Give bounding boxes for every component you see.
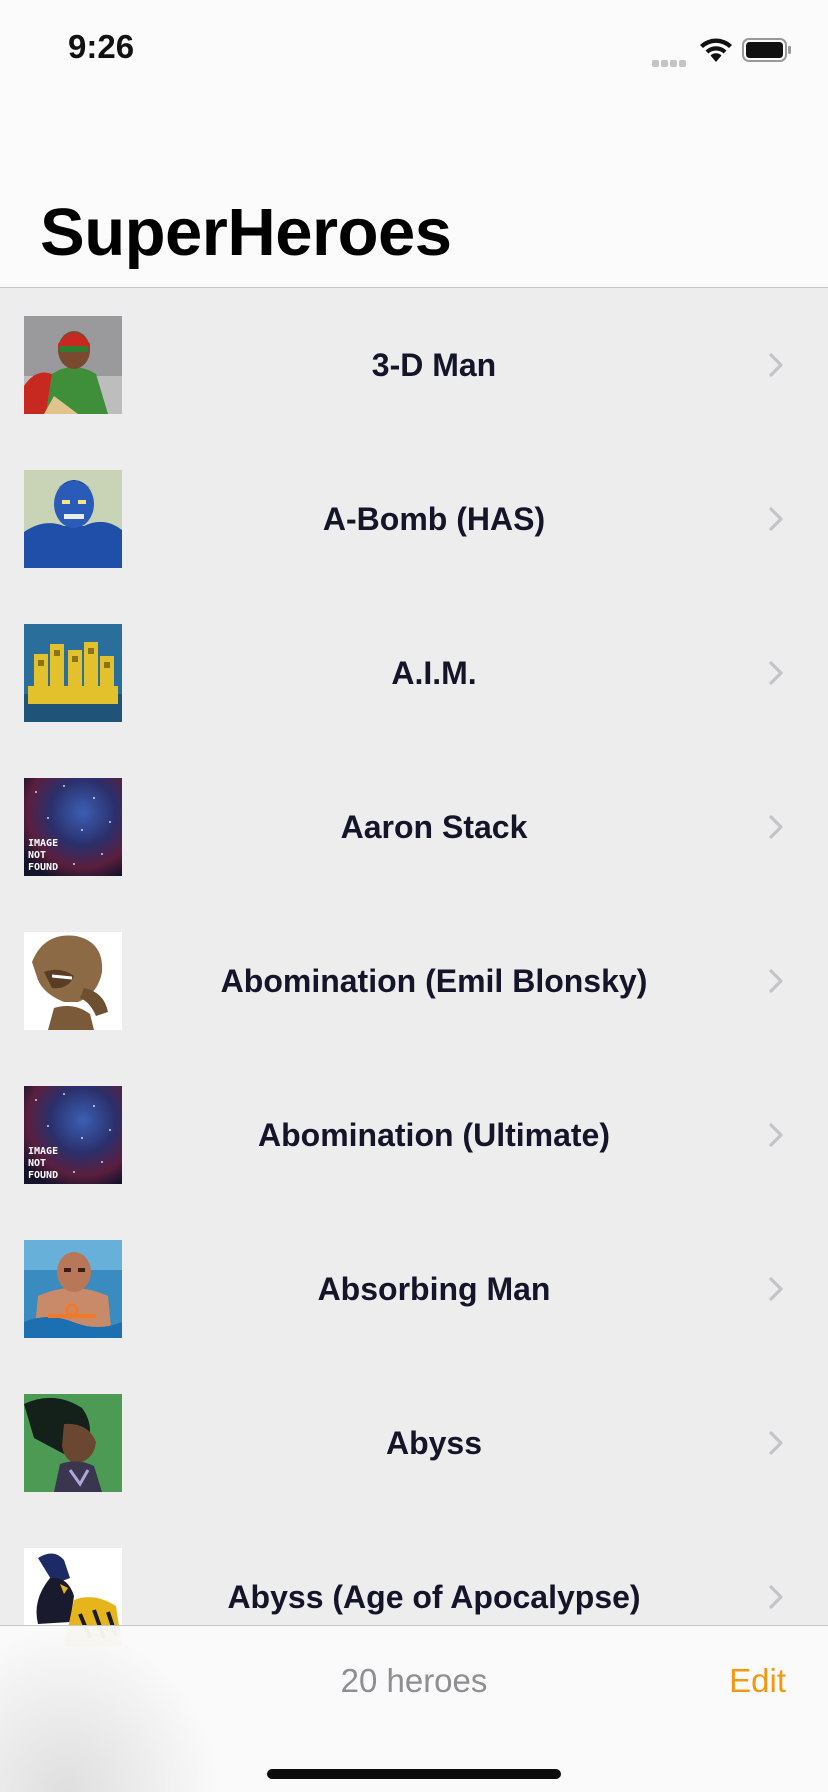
hero-name: Abomination (Emil Blonsky)	[220, 963, 648, 999]
hero-thumbnail	[24, 624, 122, 722]
hero-name: Aaron Stack	[340, 809, 528, 845]
hero-name: Abyss	[385, 1425, 483, 1461]
chevron-right-icon	[769, 353, 783, 377]
hero-name: Abomination (Ultimate)	[258, 1117, 610, 1153]
bottom-toolbar: 20 heroes Edit	[0, 1625, 828, 1792]
hero-name: Absorbing Man	[317, 1271, 551, 1307]
svg-text:NOT: NOT	[28, 850, 46, 861]
status-bar: 9:26	[0, 0, 828, 100]
hero-row[interactable]: IMAGE NOT FOUND Aaron Stack	[0, 750, 828, 904]
svg-text:IMAGE: IMAGE	[28, 838, 58, 849]
page-title: SuperHeroes	[40, 195, 452, 270]
hero-name: A-Bomb (HAS)	[322, 501, 546, 537]
hero-row[interactable]: Absorbing Man	[0, 1212, 828, 1366]
hero-row[interactable]: Abomination (Emil Blonsky)	[0, 904, 828, 1058]
svg-text:NOT: NOT	[28, 1158, 46, 1169]
navigation-bar: SuperHeroes	[0, 100, 828, 288]
chevron-right-icon	[769, 1431, 783, 1455]
hero-thumbnail	[24, 932, 122, 1030]
chevron-right-icon	[769, 1277, 783, 1301]
hero-row[interactable]: 3-D Man	[0, 288, 828, 442]
svg-text:FOUND: FOUND	[28, 1170, 58, 1181]
hero-thumbnail	[24, 1240, 122, 1338]
toolbar-shadow	[0, 1626, 220, 1792]
signal-icon	[652, 54, 692, 67]
hero-row[interactable]: A-Bomb (HAS)	[0, 442, 828, 596]
hero-thumbnail	[24, 470, 122, 568]
chevron-right-icon	[769, 507, 783, 531]
edit-button[interactable]: Edit	[729, 1662, 786, 1700]
svg-text:IMAGE: IMAGE	[28, 1146, 58, 1157]
hero-count-label: 20 heroes	[340, 1662, 488, 1699]
chevron-right-icon	[769, 1585, 783, 1609]
hero-name: 3-D Man	[371, 347, 497, 383]
status-time: 9:26	[68, 28, 135, 65]
hero-row[interactable]: A.I.M.	[0, 596, 828, 750]
image-not-found-thumbnail: IMAGE NOT FOUND	[24, 1086, 122, 1184]
hero-row[interactable]: Abyss	[0, 1366, 828, 1520]
hero-row[interactable]: IMAGE NOT FOUND Abomination (Ultimate)	[0, 1058, 828, 1212]
chevron-right-icon	[769, 969, 783, 993]
battery-icon	[742, 38, 791, 62]
wifi-icon	[700, 38, 732, 62]
hero-thumbnail	[24, 1394, 122, 1492]
chevron-right-icon	[769, 1123, 783, 1147]
hero-list[interactable]: 3-D Man A-Bomb (HAS) A.I.M. IMAGE NOT FO…	[0, 288, 828, 1792]
hero-name: A.I.M.	[391, 655, 477, 691]
home-indicator[interactable]	[267, 1769, 561, 1779]
hero-thumbnail	[24, 316, 122, 414]
svg-text:FOUND: FOUND	[28, 862, 58, 873]
chevron-right-icon	[769, 815, 783, 839]
chevron-right-icon	[769, 661, 783, 685]
screen: 9:26 SuperHeroes 3-D Man A-Bomb (HAS) A.…	[0, 0, 828, 1792]
image-not-found-thumbnail: IMAGE NOT FOUND	[24, 778, 122, 876]
